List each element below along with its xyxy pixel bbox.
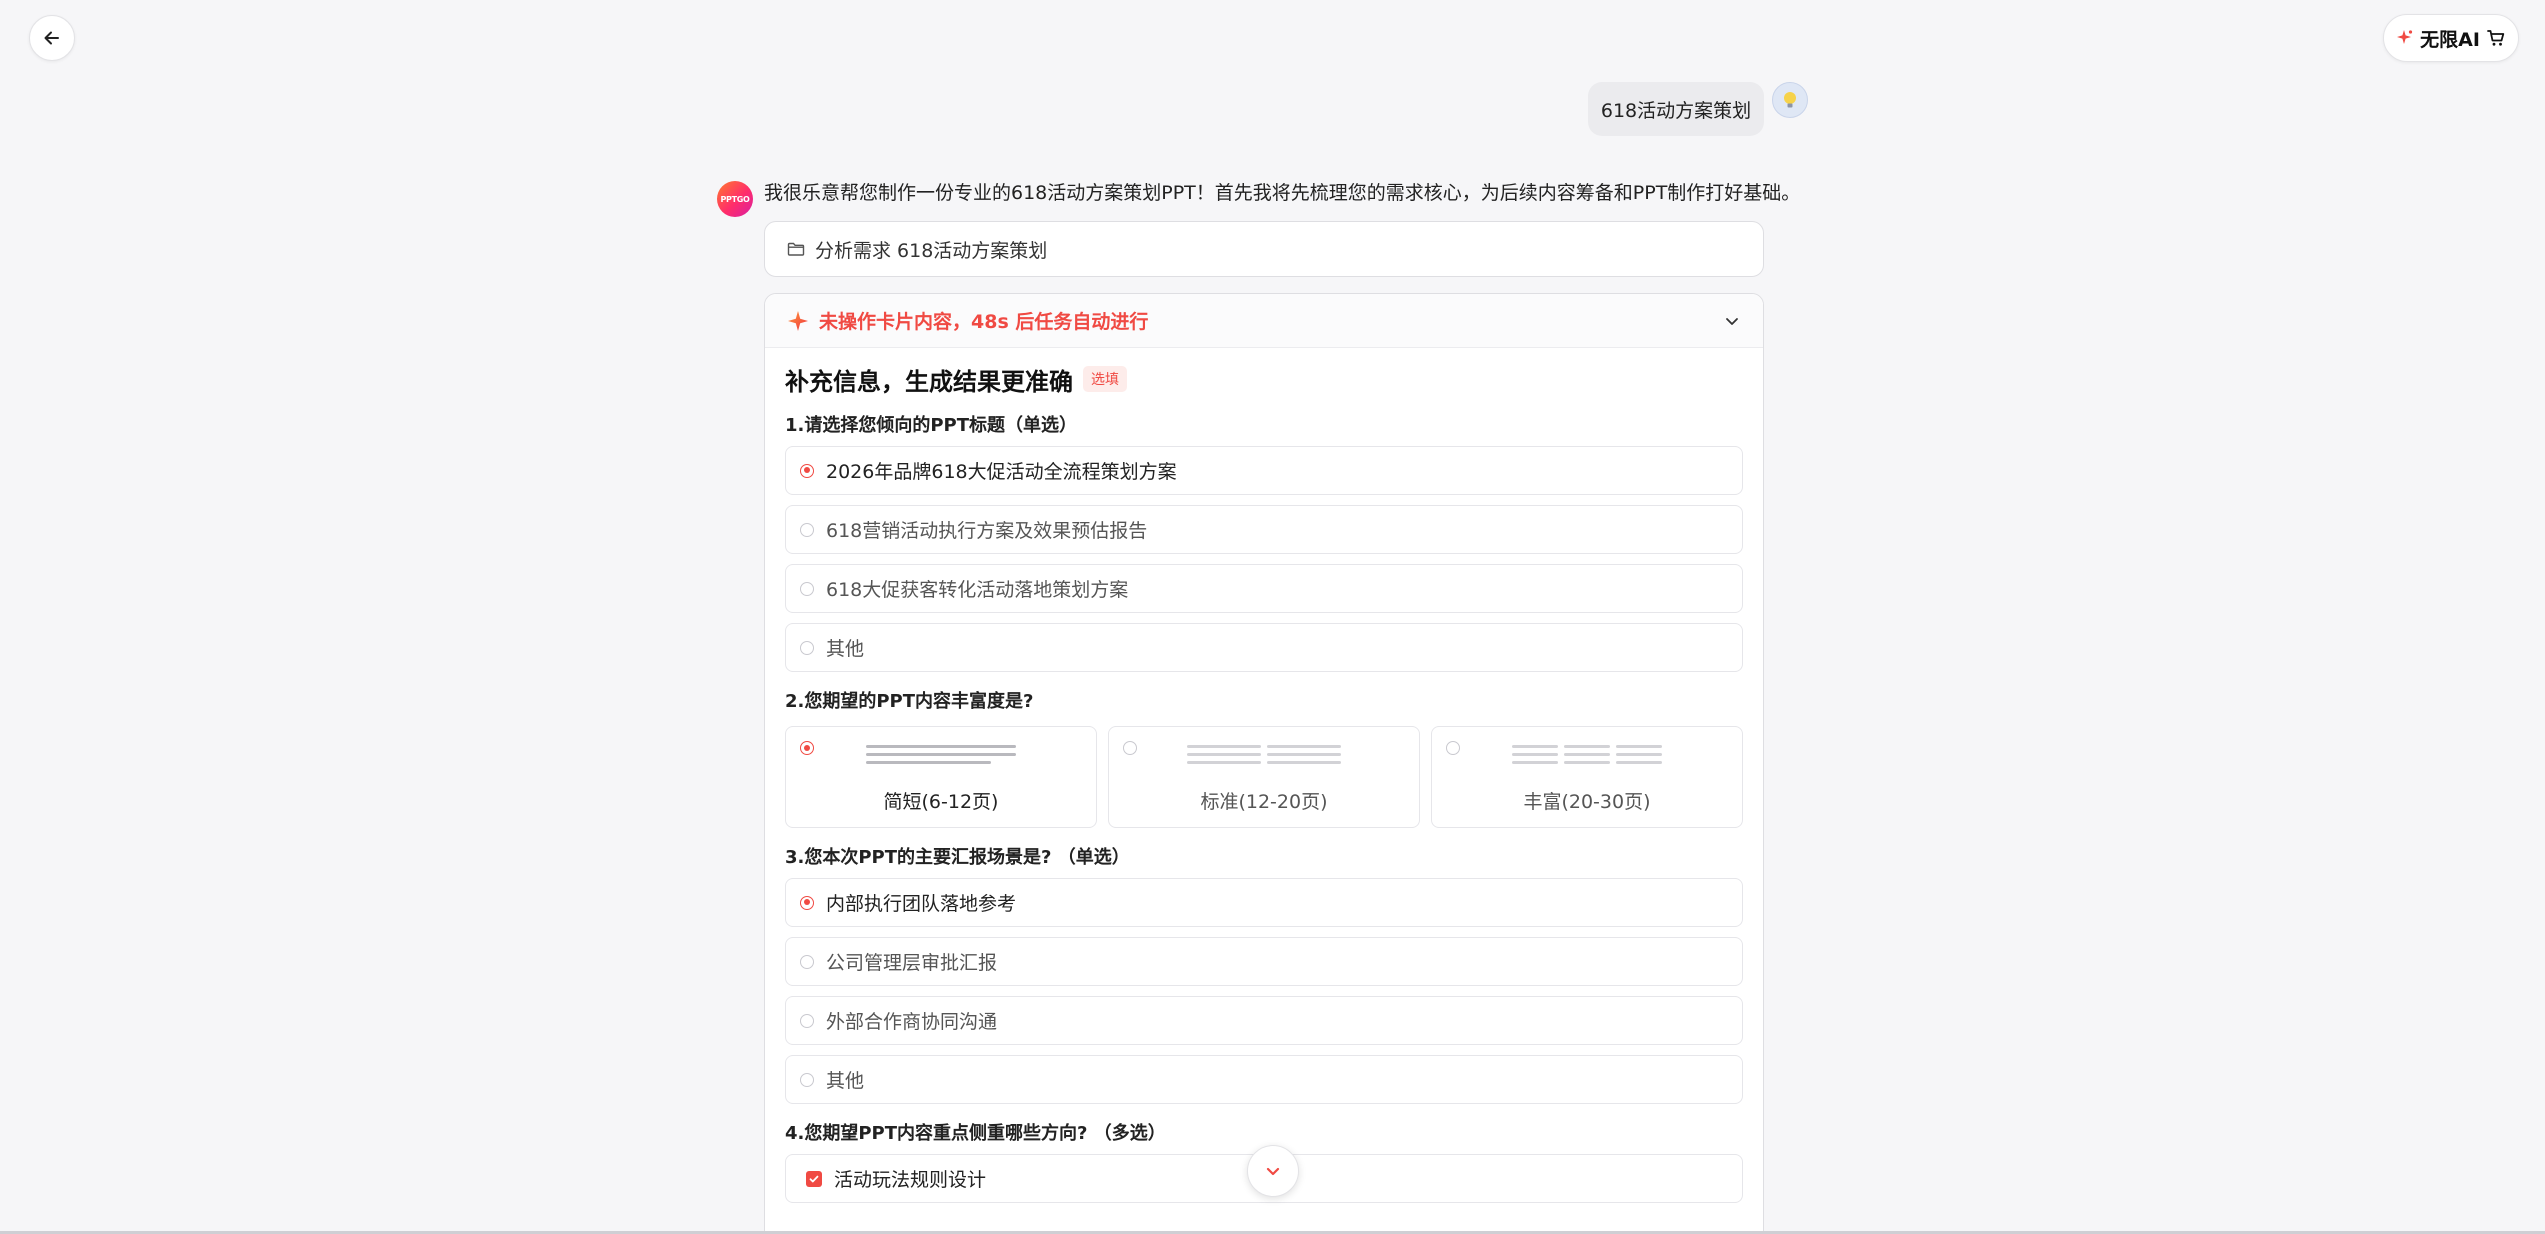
q3-option-4[interactable]: 其他	[785, 1055, 1743, 1104]
unlimited-ai-label: 无限AI	[2420, 28, 2480, 51]
auto-proceed-warning: 未操作卡片内容，48s 后任务自动进行	[819, 311, 1149, 333]
page-density-short-icon	[786, 745, 1096, 764]
user-message-text: 618活动方案策划	[1600, 99, 1752, 122]
radio-selected-icon	[800, 895, 814, 910]
page-density-rich-icon	[1432, 745, 1742, 764]
q2-option-rich-label: 丰富(20-30页)	[1523, 791, 1651, 813]
question-1-label: 1.请选择您倾向的PPT标题（单选）	[785, 415, 1078, 436]
chevron-down-icon	[1266, 1167, 1280, 1176]
q1-option-2-label: 618营销活动执行方案及效果预估报告	[826, 520, 1148, 542]
card-title-row: 补充信息，生成结果更准确 选填	[785, 360, 1743, 398]
q4-option-1-label: 活动玩法规则设计	[834, 1169, 987, 1191]
q3-option-4-label: 其他	[826, 1070, 865, 1092]
q2-option-standard-label: 标准(12-20页)	[1200, 791, 1328, 813]
card-header[interactable]: 未操作卡片内容，48s 后任务自动进行	[765, 294, 1763, 348]
q2-option-standard[interactable]: 标准(12-20页)	[1108, 726, 1420, 828]
q1-option-1-label: 2026年品牌618大促活动全流程策划方案	[826, 461, 1177, 483]
q3-option-1[interactable]: 内部执行团队落地参考	[785, 878, 1743, 927]
q1-option-3[interactable]: 618大促获客转化活动落地策划方案	[785, 564, 1743, 613]
bot-avatar-text: PPTGO	[720, 194, 750, 204]
radio-selected-icon	[800, 463, 814, 478]
question-4-label: 4.您期望PPT内容重点侧重哪些方向? （多选）	[785, 1123, 1166, 1144]
analysis-label: 分析需求 618活动方案策划	[815, 239, 1048, 262]
radio-icon	[800, 1072, 814, 1087]
radio-icon	[800, 1013, 814, 1028]
supplement-info-card: 未操作卡片内容，48s 后任务自动进行 补充信息，生成结果更准确 选填 1.请选…	[764, 293, 1764, 1234]
q1-option-3-label: 618大促获客转化活动落地策划方案	[826, 579, 1129, 601]
folder-icon	[787, 242, 805, 256]
question-3-options: 内部执行团队落地参考 公司管理层审批汇报 外部合作商协同沟通 其他	[785, 878, 1743, 1104]
card-title: 补充信息，生成结果更准确	[785, 367, 1073, 396]
q2-option-short[interactable]: 简短(6-12页)	[785, 726, 1097, 828]
q3-option-2[interactable]: 公司管理层审批汇报	[785, 937, 1743, 986]
q2-option-short-label: 简短(6-12页)	[883, 791, 999, 813]
page-density-standard-icon	[1109, 745, 1419, 764]
radio-icon	[800, 640, 814, 655]
q2-option-rich[interactable]: 丰富(20-30页)	[1431, 726, 1743, 828]
sparkle-icon	[788, 310, 808, 331]
unlimited-ai-button[interactable]: 无限AI	[2383, 14, 2519, 62]
radio-icon	[800, 954, 814, 969]
radio-icon	[800, 581, 814, 596]
scroll-to-bottom-button[interactable]	[1247, 1145, 1299, 1197]
bot-avatar: PPTGO	[717, 181, 753, 217]
analysis-step[interactable]: 分析需求 618活动方案策划	[764, 221, 1764, 277]
sparkle-icon	[2397, 30, 2413, 44]
q3-option-2-label: 公司管理层审批汇报	[826, 952, 998, 974]
question-2-label: 2.您期望的PPT内容丰富度是?	[785, 691, 1034, 712]
q3-option-3[interactable]: 外部合作商协同沟通	[785, 996, 1743, 1045]
q1-option-1[interactable]: 2026年品牌618大促活动全流程策划方案	[785, 446, 1743, 495]
question-3-label: 3.您本次PPT的主要汇报场景是? （单选）	[785, 847, 1130, 868]
q1-option-4-label: 其他	[826, 638, 865, 660]
bot-intro-message: 我很乐意帮您制作一份专业的618活动方案策划PPT！首先我将先梳理您的需求核心，…	[764, 182, 1801, 204]
q1-option-2[interactable]: 618营销活动执行方案及效果预估报告	[785, 505, 1743, 554]
cart-icon	[2486, 30, 2505, 46]
user-message-bubble: 618活动方案策划	[1588, 82, 1764, 136]
back-button[interactable]	[29, 15, 75, 61]
checkbox-checked-icon	[806, 1170, 822, 1187]
chevron-down-icon[interactable]	[1723, 312, 1741, 330]
q3-option-1-label: 内部执行团队落地参考	[826, 893, 1017, 915]
radio-icon	[800, 522, 814, 537]
question-1-options: 2026年品牌618大促活动全流程策划方案 618营销活动执行方案及效果预估报告…	[785, 446, 1743, 672]
arrow-left-icon	[44, 31, 59, 45]
question-2-options: 简短(6-12页) 标准(12-20页) 丰富(20-30页)	[785, 726, 1743, 828]
user-avatar	[1772, 82, 1808, 118]
optional-tag: 选填	[1083, 366, 1127, 392]
q3-option-3-label: 外部合作商协同沟通	[826, 1011, 998, 1033]
q1-option-4[interactable]: 其他	[785, 623, 1743, 672]
lightbulb-icon	[1784, 92, 1796, 108]
